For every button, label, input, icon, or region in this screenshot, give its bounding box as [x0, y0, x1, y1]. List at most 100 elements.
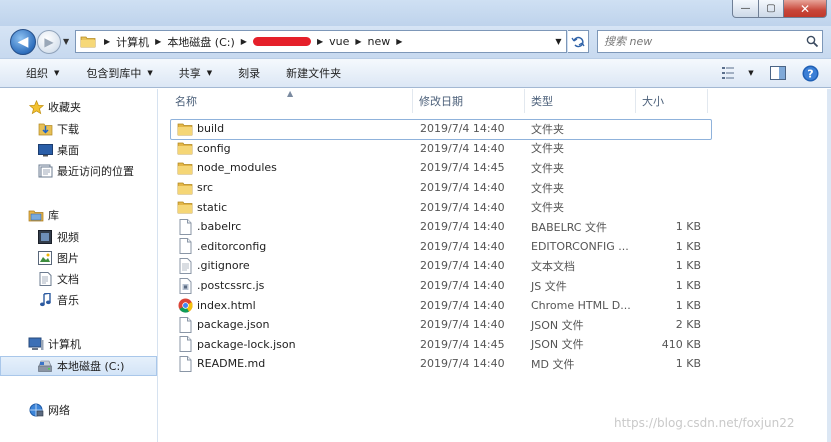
nav-favorites[interactable]: 收藏夹	[0, 97, 157, 117]
file-size: 410 KB	[661, 337, 701, 351]
pictures-icon	[37, 250, 53, 266]
file-date: 2019/7/4 14:40	[420, 298, 505, 312]
file-type: JSON 文件	[531, 318, 584, 332]
file-row[interactable]: .babelrc 2019/7/4 14:40 BABELRC 文件 1 KB	[159, 217, 831, 237]
help-button[interactable]: ?	[799, 63, 821, 83]
minimize-button[interactable]: —	[732, 0, 759, 18]
file-row[interactable]: config 2019/7/4 14:40 文件夹	[159, 139, 831, 159]
breadcrumb-separator[interactable]: ▶	[313, 37, 327, 46]
breadcrumb-separator[interactable]: ▶	[100, 37, 114, 46]
search-icon[interactable]	[802, 35, 822, 48]
breadcrumb-computer[interactable]: 计算机	[114, 34, 151, 50]
back-button[interactable]: ◀	[10, 29, 36, 55]
file-size: 1 KB	[675, 357, 701, 371]
breadcrumb-separator[interactable]: ▶	[351, 37, 365, 46]
breadcrumb-separator[interactable]: ▶	[392, 37, 406, 46]
chevron-down-icon: ▼	[748, 69, 754, 77]
column-date[interactable]: 修改日期	[413, 89, 525, 113]
file-date: 2019/7/4 14:40	[420, 259, 505, 273]
folder-icon	[177, 180, 193, 196]
file-name: .postcssrc.js	[197, 279, 265, 293]
file-row[interactable]: README.md 2019/7/4 14:40 MD 文件 1 KB	[159, 354, 831, 374]
address-history-dropdown[interactable]: ▼	[550, 31, 566, 52]
file-type: MD 文件	[531, 357, 575, 371]
column-name-label: 名称	[175, 95, 197, 108]
sort-ascending-icon: ▲	[287, 89, 294, 98]
file-date: 2019/7/4 14:40	[420, 239, 505, 253]
file-date: 2019/7/4 14:45	[420, 161, 505, 175]
share-menu[interactable]: 共享 ▼	[165, 59, 224, 87]
nav-videos[interactable]: 视频	[0, 227, 157, 247]
search-box[interactable]	[597, 30, 823, 53]
recent-pages-dropdown[interactable]: ▼	[63, 37, 71, 46]
forward-button[interactable]: ▶	[37, 30, 61, 54]
nav-computer-label: 计算机	[48, 338, 81, 351]
file-size: 1 KB	[675, 298, 701, 312]
details-view-icon	[722, 67, 735, 79]
nav-libraries[interactable]: 库	[0, 205, 157, 225]
breadcrumb-new[interactable]: new	[366, 35, 393, 48]
close-button[interactable]: ✕	[784, 0, 827, 18]
breadcrumb-separator[interactable]: ▶	[237, 37, 251, 46]
nav-local-disk[interactable]: 本地磁盘 (C:)	[0, 356, 157, 376]
file-name-cell: .editorconfig	[159, 238, 416, 255]
file-name: README.md	[197, 357, 266, 371]
file-icon	[177, 336, 193, 353]
file-type: 文件夹	[531, 142, 564, 156]
nav-desktop[interactable]: 桌面	[0, 140, 157, 160]
file-row[interactable]: .postcssrc.js 2019/7/4 14:40 JS 文件 1 KB	[159, 276, 831, 296]
file-name-cell: package-lock.json	[159, 336, 416, 353]
burn-button[interactable]: 刻录	[224, 59, 272, 87]
file-rows: build 2019/7/4 14:40 文件夹 config 2019/7/4 14:…	[159, 119, 831, 374]
nav-pictures[interactable]: 图片	[0, 248, 157, 268]
file-row[interactable]: node_modules 2019/7/4 14:45 文件夹	[159, 158, 831, 178]
maximize-button[interactable]: ▢	[759, 0, 784, 18]
file-row[interactable]: index.html 2019/7/4 14:40 Chrome HTML D...…	[159, 295, 831, 315]
refresh-button[interactable]	[568, 30, 589, 53]
organize-menu[interactable]: 组织 ▼	[0, 59, 71, 87]
column-size[interactable]: 大小	[636, 89, 708, 113]
title-bar: — ▢ ✕	[0, 0, 831, 26]
preview-pane-button[interactable]	[767, 63, 789, 83]
file-row[interactable]: package-lock.json 2019/7/4 14:45 JSON 文件 41…	[159, 335, 831, 355]
new-folder-button[interactable]: 新建文件夹	[272, 59, 353, 87]
file-row[interactable]: .gitignore 2019/7/4 14:40 文本文档 1 KB	[159, 256, 831, 276]
new-folder-label: 新建文件夹	[286, 67, 342, 80]
file-name-cell: .postcssrc.js	[159, 277, 416, 294]
nav-network[interactable]: 网络	[0, 400, 157, 420]
include-in-library-menu[interactable]: 包含到库中 ▼	[71, 59, 164, 87]
chevron-down-icon: ▼	[54, 69, 60, 77]
address-bar[interactable]: ▶ 计算机 ▶ 本地磁盘 (C:) ▶ ▶ vue ▶ new ▶ ▼	[75, 30, 567, 53]
search-input[interactable]	[604, 35, 802, 48]
column-type-label: 类型	[531, 95, 553, 108]
file-size: 1 KB	[675, 220, 701, 234]
breadcrumb-separator[interactable]: ▶	[151, 37, 165, 46]
nav-music[interactable]: 音乐	[0, 290, 157, 310]
file-row[interactable]: .editorconfig 2019/7/4 14:40 EDITORCONFIG …	[159, 237, 831, 257]
folder-icon	[177, 199, 193, 215]
file-row[interactable]: static 2019/7/4 14:40 文件夹	[159, 197, 831, 217]
column-name[interactable]: 名称 ▲	[159, 89, 413, 113]
file-icon	[177, 218, 193, 235]
file-name-cell: node_modules	[159, 160, 416, 176]
file-row[interactable]: build 2019/7/4 14:40 文件夹	[159, 119, 831, 140]
js-file-icon	[177, 277, 193, 294]
file-name: .babelrc	[197, 220, 242, 234]
nav-documents[interactable]: 文档	[0, 269, 157, 289]
breadcrumb-local-disk[interactable]: 本地磁盘 (C:)	[165, 34, 236, 50]
share-label: 共享	[178, 67, 201, 80]
file-row[interactable]: src 2019/7/4 14:40 文件夹	[159, 178, 831, 198]
nav-computer[interactable]: 计算机	[0, 334, 157, 354]
nav-favorites-label: 收藏夹	[48, 101, 81, 114]
documents-icon	[37, 271, 53, 287]
arrow-left-icon: ◀	[17, 34, 29, 50]
file-row[interactable]: package.json 2019/7/4 14:40 JSON 文件 2 KB	[159, 315, 831, 335]
change-view-button[interactable]: ▼	[719, 63, 757, 83]
nav-recent-places[interactable]: 最近访问的位置	[0, 161, 157, 181]
column-header: 名称 ▲ 修改日期 类型 大小	[159, 89, 717, 113]
breadcrumb-vue[interactable]: vue	[327, 35, 351, 48]
file-date: 2019/7/4 14:40	[420, 279, 505, 293]
file-icon	[177, 355, 193, 372]
nav-downloads[interactable]: 下载	[0, 119, 157, 139]
column-type[interactable]: 类型	[525, 89, 636, 113]
